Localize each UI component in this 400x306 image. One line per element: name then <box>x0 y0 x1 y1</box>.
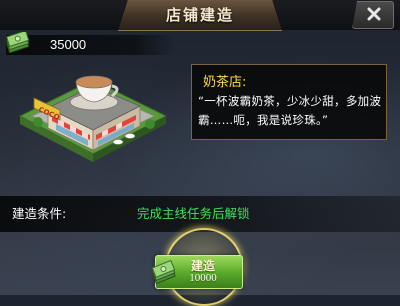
shop-name: 奶茶店: <box>203 75 247 90</box>
cash-stack-icon <box>5 32 30 54</box>
balance-amount: 35000 <box>50 37 87 52</box>
build-condition-label: 建造条件: <box>12 206 67 221</box>
balance-bar <box>6 35 176 55</box>
shop-description: “一杯波霸奶茶，少冰少甜，多加波霸……呃，我是说珍珠。” <box>198 94 382 127</box>
build-cost: 10000 <box>189 272 217 284</box>
shop-description-box: 奶茶店: “一杯波霸奶茶，少冰少甜，多加波霸……呃，我是说珍珠。” <box>191 64 387 140</box>
coco-tea-shop-building: COCO <box>18 75 168 162</box>
cash-stack-icon <box>151 260 176 285</box>
close-x-icon <box>367 7 381 21</box>
close-button[interactable] <box>352 1 394 29</box>
dialog-title: 店铺建造 <box>165 6 234 24</box>
